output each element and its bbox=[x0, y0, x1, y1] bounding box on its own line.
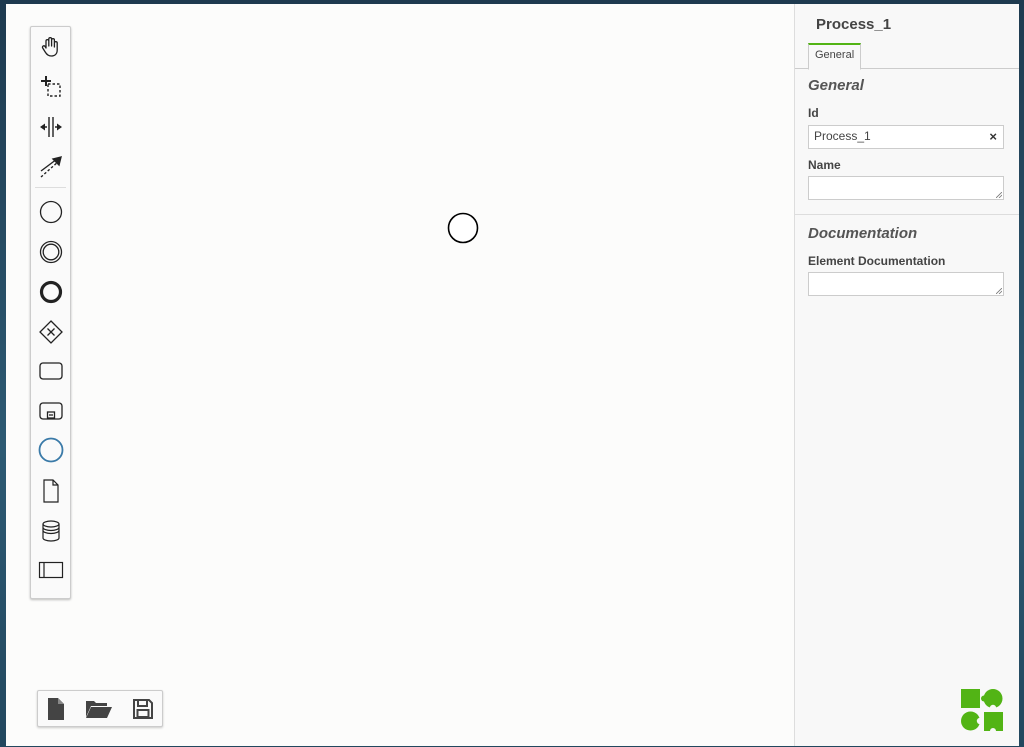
create-end-event-button[interactable] bbox=[31, 274, 70, 310]
id-input[interactable]: Process_1 × bbox=[808, 125, 1004, 149]
panel-tabs: General bbox=[795, 41, 1019, 70]
lasso-tool-button[interactable] bbox=[31, 69, 70, 105]
space-tool-button[interactable] bbox=[31, 109, 70, 145]
resize-handle-icon[interactable] bbox=[996, 192, 1002, 198]
intermediate-event-icon bbox=[39, 240, 62, 264]
task-icon bbox=[38, 362, 63, 380]
palette-separator bbox=[35, 187, 66, 188]
file-toolbar bbox=[37, 690, 163, 727]
end-event-icon bbox=[39, 280, 62, 304]
tool-palette bbox=[30, 26, 71, 599]
create-data-store-button[interactable] bbox=[31, 513, 70, 549]
new-file-icon bbox=[48, 698, 64, 720]
hand-icon bbox=[41, 37, 58, 57]
create-participant-button[interactable] bbox=[31, 432, 70, 468]
open-diagram-button[interactable] bbox=[83, 693, 115, 725]
clear-id-button[interactable]: × bbox=[989, 129, 997, 144]
start-event-shape[interactable] bbox=[447, 212, 479, 244]
global-connect-tool-button[interactable] bbox=[31, 149, 70, 185]
properties-panel: Process_1 General General Id Process_1 ×… bbox=[794, 4, 1019, 746]
panel-title: Process_1 bbox=[816, 16, 892, 33]
group-divider bbox=[795, 214, 1019, 215]
create-group-button[interactable] bbox=[31, 552, 70, 588]
folder-open-icon bbox=[86, 701, 112, 718]
element-documentation-textarea[interactable] bbox=[808, 272, 1004, 296]
connect-icon bbox=[40, 156, 62, 178]
group-icon bbox=[38, 561, 63, 579]
group-title-documentation: Documentation bbox=[808, 225, 918, 242]
create-data-object-button[interactable] bbox=[31, 473, 70, 509]
save-diagram-button[interactable] bbox=[127, 693, 159, 725]
gateway-icon bbox=[38, 320, 63, 344]
create-gateway-button[interactable] bbox=[31, 314, 70, 350]
id-label: Id bbox=[808, 106, 819, 120]
create-intermediate-event-button[interactable] bbox=[31, 234, 70, 270]
name-label: Name bbox=[808, 158, 841, 172]
create-task-button[interactable] bbox=[31, 353, 70, 389]
resize-handle-icon[interactable] bbox=[996, 288, 1002, 294]
id-input-value: Process_1 bbox=[814, 129, 871, 143]
bpmn-io-logo[interactable] bbox=[960, 688, 1004, 732]
participant-icon bbox=[38, 437, 63, 463]
save-icon bbox=[133, 699, 153, 719]
space-tool-icon bbox=[39, 117, 62, 137]
new-diagram-button[interactable] bbox=[40, 693, 72, 725]
group-title-general: General bbox=[808, 77, 864, 94]
data-object-icon bbox=[42, 479, 59, 503]
element-documentation-label: Element Documentation bbox=[808, 254, 946, 268]
modeling-canvas[interactable] bbox=[6, 4, 794, 746]
data-store-icon bbox=[41, 520, 60, 542]
lasso-icon bbox=[40, 76, 61, 97]
hand-tool-button[interactable] bbox=[31, 29, 70, 65]
tab-general[interactable]: General bbox=[808, 43, 862, 70]
create-start-event-button[interactable] bbox=[31, 194, 70, 230]
subprocess-icon bbox=[38, 402, 63, 420]
start-event-icon bbox=[39, 200, 62, 224]
name-textarea[interactable] bbox=[808, 176, 1004, 200]
create-subprocess-button[interactable] bbox=[31, 393, 70, 429]
